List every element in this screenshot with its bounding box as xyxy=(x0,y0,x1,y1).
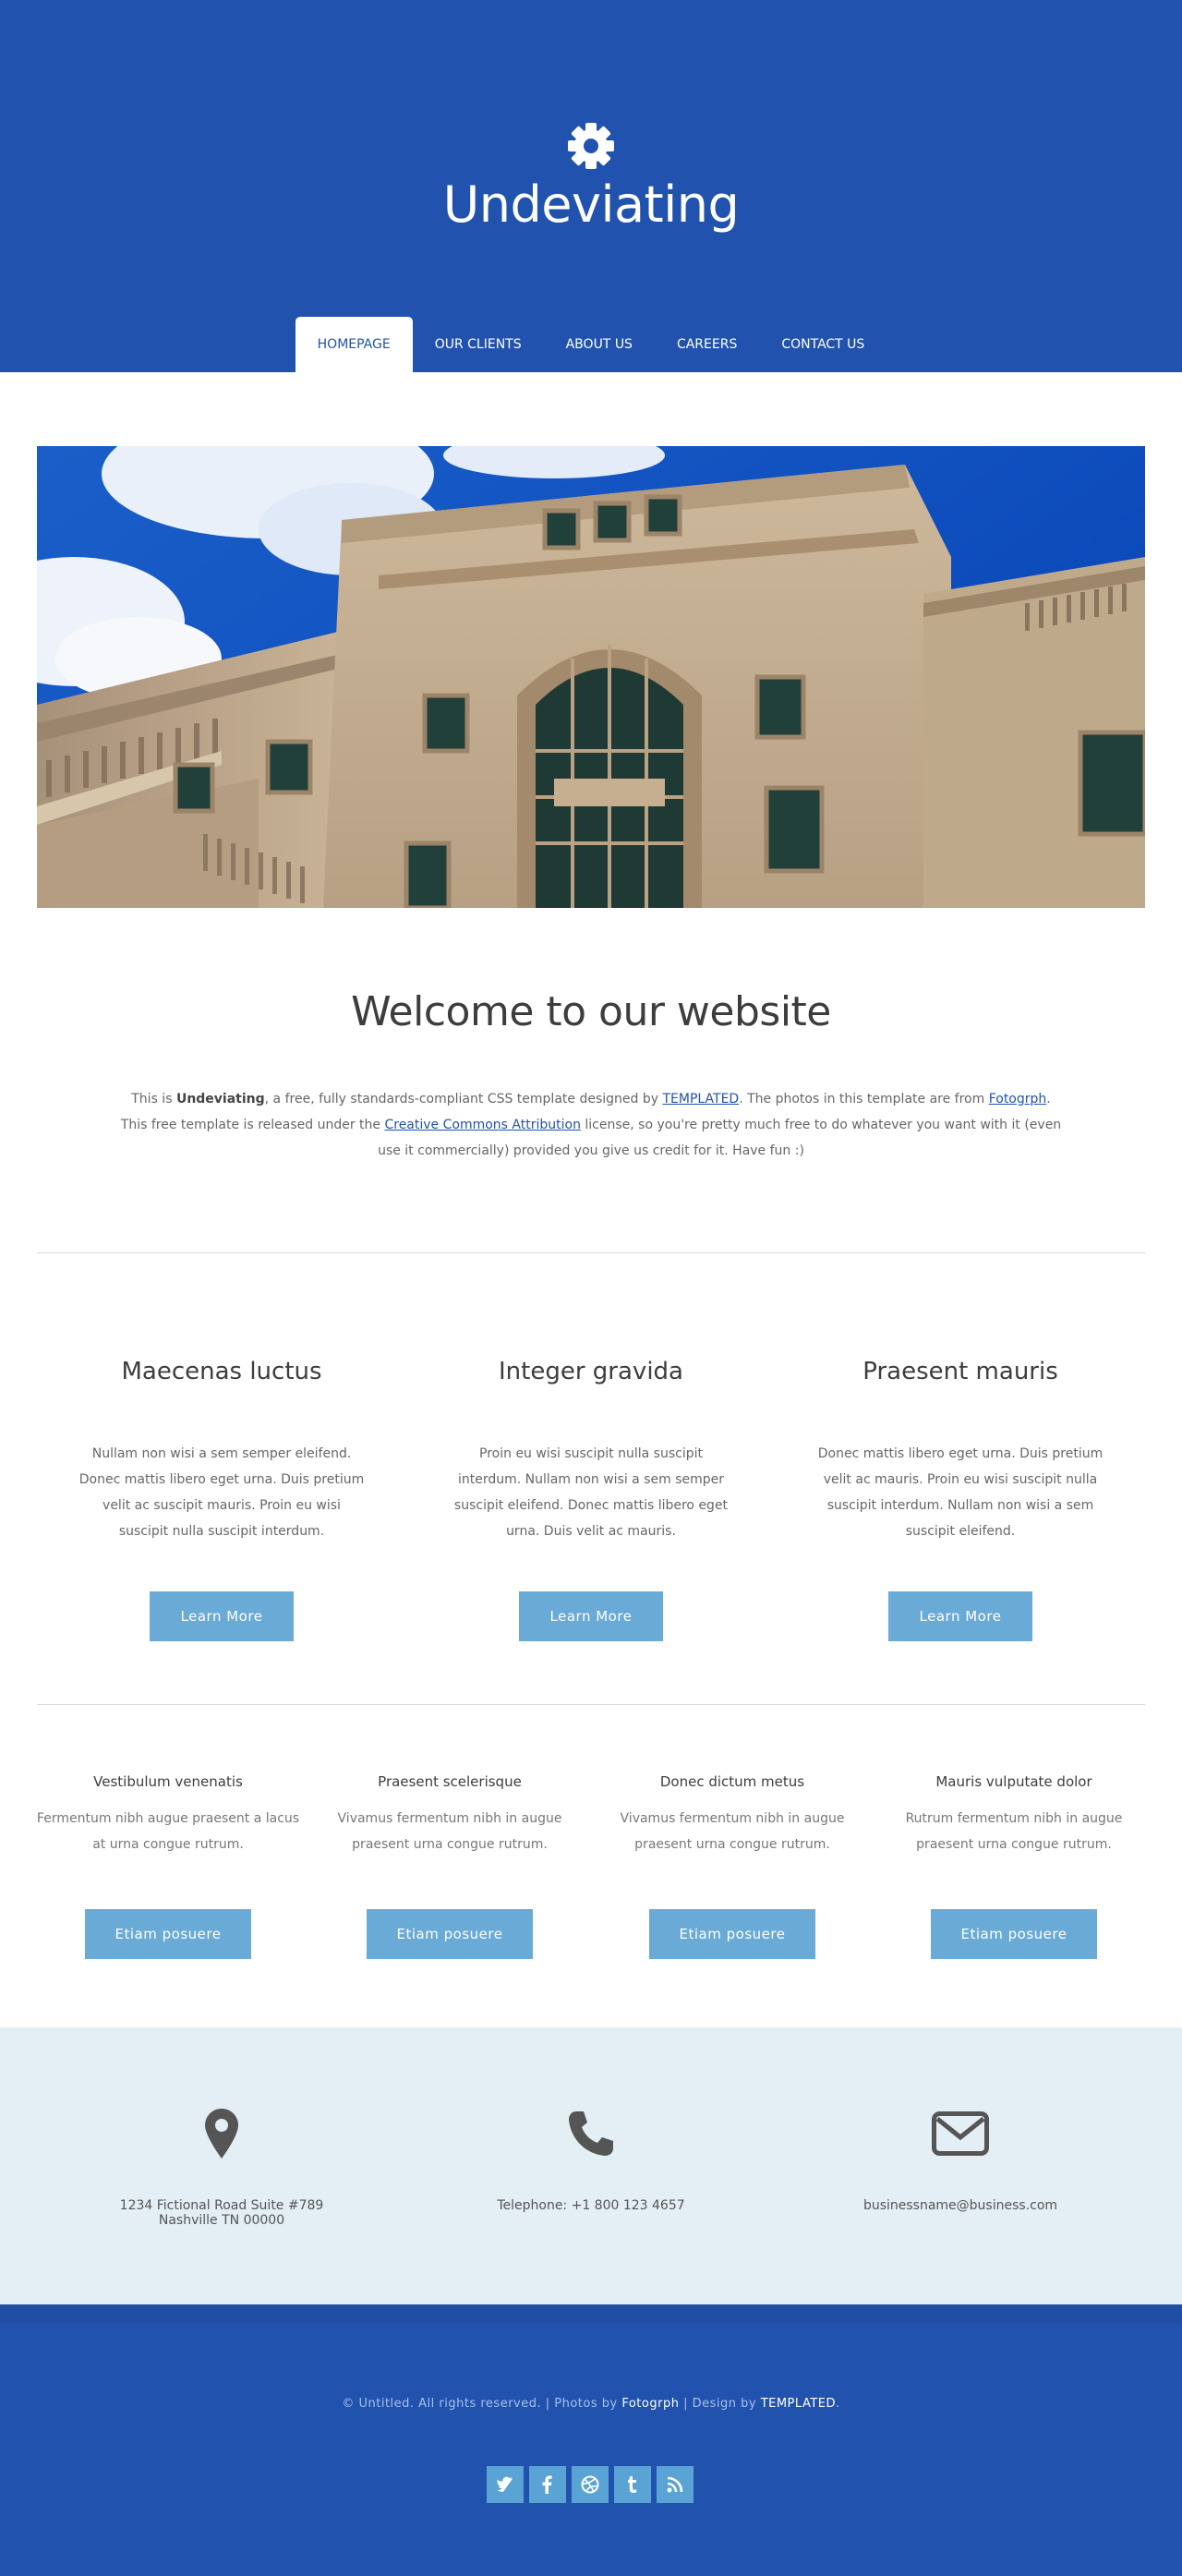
social-links xyxy=(487,2466,699,2503)
feature-title: Maecenas luctus xyxy=(121,1358,322,1385)
welcome-text-part: . The photos in this template are from xyxy=(739,1092,989,1107)
site-name: Undeviating xyxy=(175,1092,265,1107)
etiam-posuere-button[interactable]: Etiam posuere xyxy=(367,1909,533,1959)
gear-icon xyxy=(568,123,614,169)
creative-commons-link[interactable]: Creative Commons Attribution xyxy=(384,1118,580,1132)
box-title: Mauris vulputate dolor xyxy=(935,1773,1092,1790)
nav-item-careers[interactable]: CAREERS xyxy=(655,317,759,372)
divider xyxy=(37,1252,1145,1253)
nav-item-our-clients[interactable]: OUR CLIENTS xyxy=(413,317,544,372)
copyright-text: © Untitled. All rights reserved. | Photo… xyxy=(342,2397,622,2411)
welcome-text-part: , a free, fully standards-compliant CSS … xyxy=(264,1092,663,1107)
tumblr-link[interactable] xyxy=(614,2466,651,2503)
copyright: © Untitled. All rights reserved. | Photo… xyxy=(0,2397,1182,2411)
nav-item-homepage[interactable]: HOMEPAGE xyxy=(295,317,413,372)
contact-address: 1234 Fictional Road Suite #789 Nashville… xyxy=(65,2101,379,2228)
feature-text: Donec mattis libero eget urna. Duis pret… xyxy=(817,1446,1104,1539)
contact-email: businessname@business.com xyxy=(803,2101,1117,2213)
footer-band xyxy=(0,2304,1182,2323)
welcome-text: This is Undeviating, a free, fully stand… xyxy=(120,1086,1062,1164)
copyright-text: . xyxy=(836,2397,840,2411)
facebook-link[interactable] xyxy=(529,2466,566,2503)
box-text: Fermentum nibh augue praesent a lacus at… xyxy=(36,1811,300,1852)
feature-title: Integer gravida xyxy=(499,1358,683,1385)
feature-column: Integer gravida Proin eu wisi suscipit n… xyxy=(443,1358,739,1641)
box-title: Praesent scelerisque xyxy=(378,1773,522,1790)
rss-icon xyxy=(667,2476,683,2493)
templated-link[interactable]: TEMPLATED xyxy=(662,1092,739,1107)
address-line: 1234 Fictional Road Suite #789 xyxy=(119,2198,324,2213)
contact-section: 1234 Fictional Road Suite #789 Nashville… xyxy=(0,2027,1182,2304)
dribbble-icon xyxy=(581,2475,599,2494)
box-column: Vestibulum venenatis Fermentum nibh augu… xyxy=(34,1773,302,1959)
box-text: Vivamus fermentum nibh in augue praesent… xyxy=(620,1811,845,1852)
address-line: Nashville TN 00000 xyxy=(158,2213,285,2228)
learn-more-button[interactable]: Learn More xyxy=(888,1591,1032,1641)
site-footer: © Untitled. All rights reserved. | Photo… xyxy=(0,2304,1182,2576)
feature-column: Maecenas luctus Nullam non wisi a sem se… xyxy=(74,1358,369,1641)
main-nav: HOMEPAGE OUR CLIENTS ABOUT US CAREERS CO… xyxy=(0,317,1182,372)
welcome-text-part: This free template is released under the xyxy=(120,1118,385,1132)
etiam-posuere-button[interactable]: Etiam posuere xyxy=(931,1909,1097,1959)
fotogrph-link[interactable]: Fotogrph xyxy=(989,1092,1047,1107)
welcome-text-part: . xyxy=(1046,1092,1051,1107)
tumblr-icon xyxy=(628,2476,637,2493)
nav-item-contact-us[interactable]: CONTACT US xyxy=(759,317,886,372)
facebook-icon xyxy=(542,2475,552,2494)
etiam-posuere-button[interactable]: Etiam posuere xyxy=(649,1909,815,1959)
learn-more-button[interactable]: Learn More xyxy=(150,1591,294,1641)
box-column: Donec dictum metus Vivamus fermentum nib… xyxy=(598,1773,866,1959)
feature-text: Proin eu wisi suscipit nulla suscipit in… xyxy=(453,1446,729,1539)
feature-column: Praesent mauris Donec mattis libero eget… xyxy=(813,1358,1108,1641)
welcome-text-part: This is xyxy=(131,1092,176,1107)
box-title: Vestibulum venenatis xyxy=(93,1773,243,1790)
nav-item-about-us[interactable]: ABOUT US xyxy=(544,317,655,372)
welcome-title: Welcome to our website xyxy=(351,988,831,1035)
rss-link[interactable] xyxy=(657,2466,694,2503)
learn-more-button[interactable]: Learn More xyxy=(519,1591,663,1641)
box-column: Mauris vulputate dolor Rutrum fermentum … xyxy=(880,1773,1148,1959)
site-title[interactable]: Undeviating xyxy=(0,175,1182,234)
box-text: Rutrum fermentum nibh in augue praesent … xyxy=(905,1811,1123,1852)
box-column: Praesent scelerisque Vivamus fermentum n… xyxy=(316,1773,584,1959)
map-marker-icon xyxy=(205,2109,238,2159)
email-text[interactable]: businessname@business.com xyxy=(803,2198,1117,2213)
phone-icon xyxy=(569,2111,613,2156)
phone-text: Telephone: +1 800 123 4657 xyxy=(497,2198,685,2213)
hero-image xyxy=(37,446,1145,908)
contact-phone: Telephone: +1 800 123 4657 xyxy=(434,2101,748,2213)
dribbble-link[interactable] xyxy=(572,2466,609,2503)
fotogrph-credit-link[interactable]: Fotogrph xyxy=(621,2397,679,2411)
feature-title: Praesent mauris xyxy=(862,1358,1058,1385)
envelope-icon xyxy=(932,2111,989,2156)
twitter-link[interactable] xyxy=(487,2466,524,2503)
box-title: Donec dictum metus xyxy=(659,1773,805,1790)
etiam-posuere-button[interactable]: Etiam posuere xyxy=(85,1909,251,1959)
divider xyxy=(37,1704,1145,1705)
box-text: Vivamus fermentum nibh in augue praesent… xyxy=(337,1811,562,1852)
feature-text: Nullam non wisi a sem semper eleifend. D… xyxy=(78,1446,365,1539)
site-header: Undeviating HOMEPAGE OUR CLIENTS ABOUT U… xyxy=(0,0,1182,372)
copyright-text: | Design by xyxy=(679,2397,761,2411)
twitter-icon xyxy=(497,2476,513,2492)
templated-credit-link[interactable]: TEMPLATED xyxy=(761,2397,836,2411)
